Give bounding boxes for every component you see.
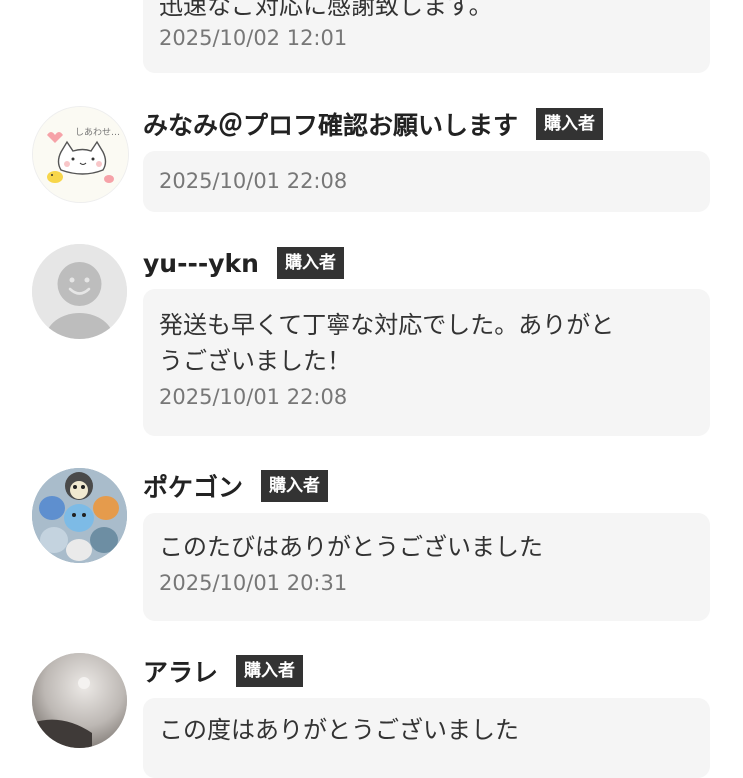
comment-bubble: この度はありがとうございました bbox=[143, 698, 710, 778]
user-avatar[interactable]: しあわせ… bbox=[32, 106, 129, 203]
user-name[interactable]: ポケゴン bbox=[143, 468, 243, 504]
buyer-badge: 購入者 bbox=[261, 470, 329, 502]
cat-avatar-icon: しあわせ… bbox=[33, 107, 128, 202]
comment-date: 2025/10/01 22:08 bbox=[159, 169, 348, 193]
comment-text: この度はありがとうございました bbox=[159, 716, 519, 744]
comment-date: 2025/10/02 12:01 bbox=[159, 26, 348, 50]
pokemon-group-icon bbox=[32, 468, 127, 563]
buyer-badge: 購入者 bbox=[536, 108, 604, 140]
user-name[interactable]: アラレ bbox=[143, 653, 218, 689]
user-name[interactable]: yu---ykn bbox=[143, 249, 259, 278]
review-header: アラレ 購入者 bbox=[143, 653, 304, 689]
comment-text: このたびはありがとうございました bbox=[159, 533, 543, 561]
user-avatar[interactable] bbox=[32, 468, 127, 563]
user-name[interactable]: みなみ＠プロフ確認お願いします bbox=[143, 106, 518, 142]
review-header: ポケゴン 購入者 bbox=[143, 468, 329, 504]
buyer-badge: 購入者 bbox=[276, 247, 344, 279]
comment-bubble: 発送も早くて丁寧な対応でした。ありがと うございました！ 2025/10/01 … bbox=[143, 289, 710, 436]
svg-text:しあわせ…: しあわせ… bbox=[75, 127, 120, 138]
user-avatar[interactable] bbox=[32, 244, 127, 339]
user-avatar[interactable] bbox=[32, 653, 127, 748]
comment-text: 迅速なご対応に感謝致します。 bbox=[159, 0, 493, 20]
comment-date: 2025/10/01 20:31 bbox=[159, 571, 348, 595]
comment-bubble: 2025/10/01 22:08 bbox=[143, 151, 710, 212]
default-person-icon bbox=[32, 244, 127, 339]
photo-avatar-icon bbox=[32, 653, 127, 748]
comment-text: 発送も早くて丁寧な対応でした。ありがと うございました！ bbox=[159, 289, 694, 379]
comment-line: うございました！ bbox=[159, 347, 351, 375]
buyer-badge: 購入者 bbox=[236, 655, 304, 687]
comment-bubble: 迅速なご対応に感謝致します。 2025/10/02 12:01 bbox=[143, 0, 710, 73]
review-header: みなみ＠プロフ確認お願いします 購入者 bbox=[143, 106, 604, 142]
comment-line: 発送も早くて丁寧な対応でした。ありがと bbox=[159, 311, 615, 339]
comment-date: 2025/10/01 22:08 bbox=[159, 385, 348, 409]
review-header: yu---ykn 購入者 bbox=[143, 245, 344, 281]
comment-bubble: このたびはありがとうございました 2025/10/01 20:31 bbox=[143, 513, 710, 621]
